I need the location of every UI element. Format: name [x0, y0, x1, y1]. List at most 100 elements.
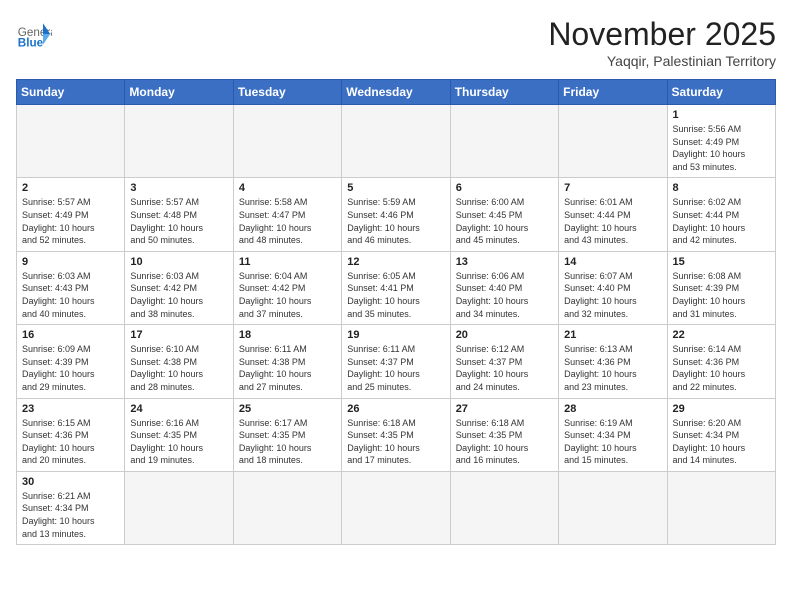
- day-info: Sunrise: 5:59 AM Sunset: 4:46 PM Dayligh…: [347, 196, 444, 246]
- day-number: 22: [673, 329, 770, 341]
- day-number: 9: [22, 256, 119, 268]
- calendar-cell: 25Sunrise: 6:17 AM Sunset: 4:35 PM Dayli…: [233, 398, 341, 471]
- calendar-cell: 28 Sunrise: 6:19 AM Sunset: 4:34 PM Dayli…: [559, 398, 667, 471]
- calendar-cell: 17 Sunrise: 6:10 AM Sunset: 4:38 PM Dayli…: [125, 325, 233, 398]
- month-title: November 2025: [548, 16, 776, 53]
- day-number: 21: [564, 329, 661, 341]
- calendar-cell: [233, 471, 341, 544]
- day-number: 28: [564, 403, 661, 415]
- location-subtitle: Yaqqir, Palestinian Territory: [548, 53, 776, 69]
- calendar-cell: [559, 471, 667, 544]
- calendar-cell: 5 Sunrise: 5:59 AM Sunset: 4:46 PM Daylig…: [342, 178, 450, 251]
- calendar-cell: 7 Sunrise: 6:01 AM Sunset: 4:44 PM Daylig…: [559, 178, 667, 251]
- calendar-cell: 21Sunrise: 6:13 AM Sunset: 4:36 PM Dayli…: [559, 325, 667, 398]
- calendar-cell: [559, 105, 667, 178]
- svg-text:Blue: Blue: [18, 37, 44, 50]
- weekday-header: Friday: [559, 80, 667, 105]
- day-number: 30: [22, 476, 119, 488]
- calendar-cell: 19 Sunrise: 6:11 AM Sunset: 4:37 PM Dayli…: [342, 325, 450, 398]
- day-number: 13: [456, 256, 553, 268]
- day-info: Sunrise: 6:19 AM Sunset: 4:34 PM Dayligh…: [564, 417, 661, 467]
- day-info: Sunrise: 6:00 AM Sunset: 4:45 PM Dayligh…: [456, 196, 553, 246]
- day-info: Sunrise: 5:57 AM Sunset: 4:48 PM Dayligh…: [130, 196, 227, 246]
- day-number: 1: [673, 109, 770, 121]
- day-number: 19: [347, 329, 444, 341]
- day-number: 18: [239, 329, 336, 341]
- day-info: Sunrise: 6:06 AM Sunset: 4:40 PM Dayligh…: [456, 270, 553, 320]
- calendar-cell: [342, 105, 450, 178]
- day-info: Sunrise: 6:18 AM Sunset: 4:35 PM Dayligh…: [347, 417, 444, 467]
- day-number: 10: [130, 256, 227, 268]
- day-info: Sunrise: 6:18 AM Sunset: 4:35 PM Dayligh…: [456, 417, 553, 467]
- logo-icon: General Blue: [16, 16, 52, 52]
- calendar-cell: 16Sunrise: 6:09 AM Sunset: 4:39 PM Dayli…: [17, 325, 125, 398]
- calendar-cell: 27 Sunrise: 6:18 AM Sunset: 4:35 PM Dayli…: [450, 398, 558, 471]
- calendar-row: 16Sunrise: 6:09 AM Sunset: 4:39 PM Dayli…: [17, 325, 776, 398]
- day-info: Sunrise: 6:03 AM Sunset: 4:42 PM Dayligh…: [130, 270, 227, 320]
- day-info: Sunrise: 6:15 AM Sunset: 4:36 PM Dayligh…: [22, 417, 119, 467]
- weekday-header: Wednesday: [342, 80, 450, 105]
- calendar-row: 1Sunrise: 5:56 AM Sunset: 4:49 PM Daylig…: [17, 105, 776, 178]
- weekday-header: Tuesday: [233, 80, 341, 105]
- calendar-cell: 22 Sunrise: 6:14 AM Sunset: 4:36 PM Dayli…: [667, 325, 775, 398]
- calendar-cell: 18Sunrise: 6:11 AM Sunset: 4:38 PM Dayli…: [233, 325, 341, 398]
- day-number: 11: [239, 256, 336, 268]
- day-number: 5: [347, 182, 444, 194]
- day-number: 12: [347, 256, 444, 268]
- calendar-cell: [450, 105, 558, 178]
- calendar-cell: 15 Sunrise: 6:08 AM Sunset: 4:39 PM Dayli…: [667, 251, 775, 324]
- day-info: Sunrise: 6:12 AM Sunset: 4:37 PM Dayligh…: [456, 343, 553, 393]
- day-number: 17: [130, 329, 227, 341]
- calendar-cell: 11Sunrise: 6:04 AM Sunset: 4:42 PM Dayli…: [233, 251, 341, 324]
- calendar-cell: [342, 471, 450, 544]
- day-info: Sunrise: 6:08 AM Sunset: 4:39 PM Dayligh…: [673, 270, 770, 320]
- day-number: 4: [239, 182, 336, 194]
- calendar-cell: 10 Sunrise: 6:03 AM Sunset: 4:42 PM Dayli…: [125, 251, 233, 324]
- day-info: Sunrise: 6:10 AM Sunset: 4:38 PM Dayligh…: [130, 343, 227, 393]
- day-number: 29: [673, 403, 770, 415]
- calendar-cell: 23Sunrise: 6:15 AM Sunset: 4:36 PM Dayli…: [17, 398, 125, 471]
- day-number: 2: [22, 182, 119, 194]
- calendar-cell: 6Sunrise: 6:00 AM Sunset: 4:45 PM Daylig…: [450, 178, 558, 251]
- day-number: 25: [239, 403, 336, 415]
- calendar-cell: 9Sunrise: 6:03 AM Sunset: 4:43 PM Daylig…: [17, 251, 125, 324]
- day-number: 8: [673, 182, 770, 194]
- day-info: Sunrise: 6:14 AM Sunset: 4:36 PM Dayligh…: [673, 343, 770, 393]
- calendar-cell: 14 Sunrise: 6:07 AM Sunset: 4:40 PM Dayli…: [559, 251, 667, 324]
- weekday-header: Sunday: [17, 80, 125, 105]
- day-info: Sunrise: 6:07 AM Sunset: 4:40 PM Dayligh…: [564, 270, 661, 320]
- day-info: Sunrise: 5:58 AM Sunset: 4:47 PM Dayligh…: [239, 196, 336, 246]
- logo: General Blue: [16, 16, 52, 52]
- day-number: 14: [564, 256, 661, 268]
- calendar-cell: [125, 471, 233, 544]
- calendar-row: 30Sunrise: 6:21 AM Sunset: 4:34 PM Dayli…: [17, 471, 776, 544]
- weekday-header: Thursday: [450, 80, 558, 105]
- day-number: 26: [347, 403, 444, 415]
- page-header: General Blue November 2025 Yaqqir, Pales…: [16, 16, 776, 69]
- calendar-cell: 2 Sunrise: 5:57 AM Sunset: 4:49 PM Daylig…: [17, 178, 125, 251]
- calendar-cell: 8Sunrise: 6:02 AM Sunset: 4:44 PM Daylig…: [667, 178, 775, 251]
- day-number: 16: [22, 329, 119, 341]
- day-info: Sunrise: 5:57 AM Sunset: 4:49 PM Dayligh…: [22, 196, 119, 246]
- calendar-cell: 12 Sunrise: 6:05 AM Sunset: 4:41 PM Dayli…: [342, 251, 450, 324]
- day-number: 20: [456, 329, 553, 341]
- day-info: Sunrise: 6:16 AM Sunset: 4:35 PM Dayligh…: [130, 417, 227, 467]
- calendar-cell: 3 Sunrise: 5:57 AM Sunset: 4:48 PM Daylig…: [125, 178, 233, 251]
- day-number: 7: [564, 182, 661, 194]
- calendar-cell: [233, 105, 341, 178]
- calendar-cell: 29Sunrise: 6:20 AM Sunset: 4:34 PM Dayli…: [667, 398, 775, 471]
- calendar-cell: 13 Sunrise: 6:06 AM Sunset: 4:40 PM Dayli…: [450, 251, 558, 324]
- title-area: November 2025 Yaqqir, Palestinian Territ…: [548, 16, 776, 69]
- weekday-header: Monday: [125, 80, 233, 105]
- day-number: 27: [456, 403, 553, 415]
- day-info: Sunrise: 6:11 AM Sunset: 4:37 PM Dayligh…: [347, 343, 444, 393]
- day-info: Sunrise: 6:05 AM Sunset: 4:41 PM Dayligh…: [347, 270, 444, 320]
- calendar-cell: [667, 471, 775, 544]
- calendar-cell: 26 Sunrise: 6:18 AM Sunset: 4:35 PM Dayli…: [342, 398, 450, 471]
- calendar-table: SundayMondayTuesdayWednesdayThursdayFrid…: [16, 79, 776, 545]
- day-info: Sunrise: 6:01 AM Sunset: 4:44 PM Dayligh…: [564, 196, 661, 246]
- calendar-cell: [450, 471, 558, 544]
- calendar-cell: 30Sunrise: 6:21 AM Sunset: 4:34 PM Dayli…: [17, 471, 125, 544]
- day-number: 15: [673, 256, 770, 268]
- day-number: 3: [130, 182, 227, 194]
